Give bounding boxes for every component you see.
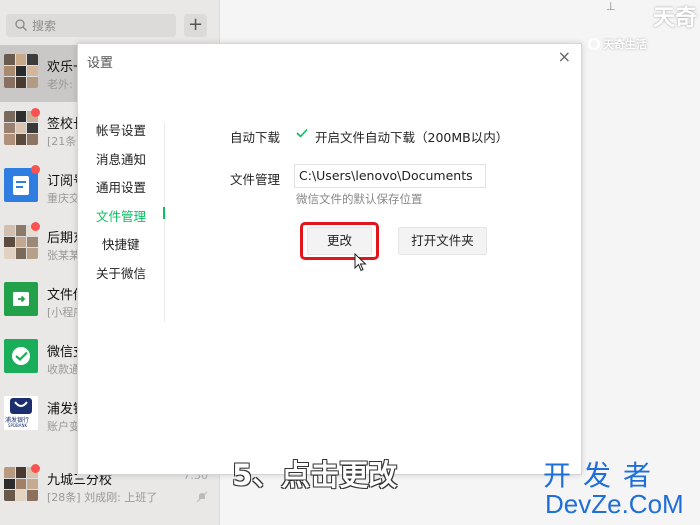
pin-icon[interactable]: ⊥: [606, 0, 616, 13]
settings-dialog: 设置 × 帐号设置 消息通知 通用设置 文件管理 快捷键 关于微信 自动下载 开…: [77, 43, 582, 475]
chat-preview: [28条] 刘成刚: 上班了: [47, 491, 158, 504]
nav-message-notifications[interactable]: 消息通知: [96, 149, 146, 168]
wechat-pay-avatar: [4, 339, 38, 373]
unread-badge: [31, 222, 40, 231]
chat-preview: 张某某: [47, 249, 80, 262]
unread-badge: [31, 108, 40, 117]
chat-preview: 老外:: [47, 78, 73, 91]
close-icon[interactable]: ×: [558, 47, 571, 66]
nav-general-settings[interactable]: 通用设置: [96, 177, 146, 196]
save-path-hint: 微信文件的默认保存位置: [296, 192, 423, 206]
search-placeholder: 搜索: [32, 19, 57, 33]
watermark-tianqi: 天奇: [653, 6, 698, 31]
nav-file-management[interactable]: 文件管理: [96, 206, 146, 225]
auto-download-checkbox[interactable]: [295, 126, 309, 140]
wechat-pay-icon: [12, 347, 30, 365]
file-manage-label: 文件管理: [230, 172, 281, 187]
watermark-devze: DevZe.CoM: [545, 489, 684, 519]
search-icon: [15, 19, 27, 31]
nav-active-indicator: [163, 207, 165, 219]
spdb-avatar: 浦发银行 SPDBANK: [4, 396, 38, 430]
auto-download-label: 自动下载: [230, 130, 281, 145]
dialog-title: 设置: [87, 56, 114, 71]
watermark-shenghuo-text: 天奇生活: [603, 38, 647, 51]
watermark-logo-icon: [588, 38, 600, 50]
chat-preview: 重庆交: [47, 192, 80, 205]
auto-download-option[interactable]: 开启文件自动下载（200MB以内）: [315, 127, 508, 146]
open-folder-button[interactable]: 打开文件夹: [398, 227, 487, 255]
search-input[interactable]: 搜索: [6, 14, 176, 37]
group-avatar: [4, 54, 38, 88]
mute-bell-icon: [196, 491, 208, 503]
save-path-field: C:\Users\lenovo\Documents: [294, 164, 486, 188]
watermark-devze-cn: 开发者: [543, 459, 664, 492]
unread-badge: [31, 464, 40, 473]
watermark-shenghuo: 天奇生活: [588, 36, 647, 52]
spdb-logo-sub: SPDBANK: [8, 423, 28, 428]
file-transfer-icon: [13, 292, 29, 306]
nav-divider: [164, 122, 165, 322]
chat-preview: 收款通: [47, 363, 80, 376]
nav-account-settings[interactable]: 帐号设置: [96, 120, 146, 139]
chat-preview: [21条: [47, 135, 77, 148]
mouse-cursor-icon: [354, 253, 367, 272]
add-button[interactable]: +: [184, 14, 207, 37]
step-caption: 5、点击更改: [232, 458, 398, 492]
nav-about-wechat[interactable]: 关于微信: [96, 263, 146, 282]
nav-shortcuts[interactable]: 快捷键: [102, 234, 140, 253]
unread-badge: [31, 165, 40, 174]
chat-preview: 账户变: [47, 420, 80, 433]
file-transfer-avatar: [4, 282, 38, 316]
